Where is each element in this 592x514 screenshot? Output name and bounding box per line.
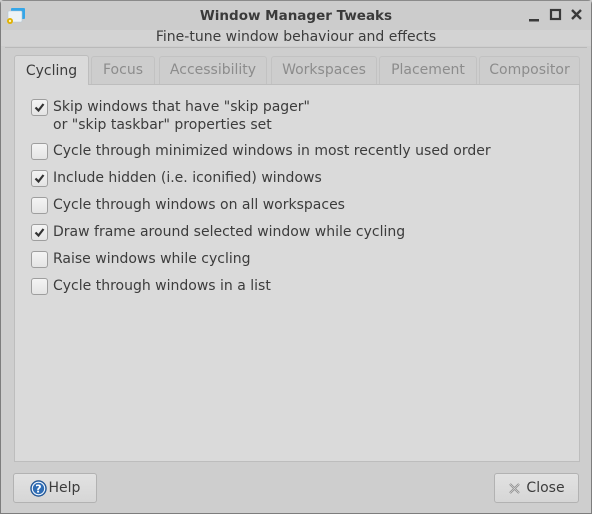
checkbox-unchecked[interactable] [31,278,48,295]
option-include-hidden[interactable]: Include hidden (i.e. iconified) windows [31,169,322,187]
option-minimized-mru[interactable]: Cycle through minimized windows in most … [31,142,491,160]
tab-placement[interactable]: Placement [379,56,477,84]
option-cycle-list[interactable]: Cycle through windows in a list [31,277,271,295]
maximize-icon[interactable] [548,7,564,23]
option-label: Cycle through windows in a list [53,278,271,294]
option-label: Include hidden (i.e. iconified) windows [53,170,322,186]
tab-cycling[interactable]: Cycling [14,55,89,85]
option-raise-windows[interactable]: Raise windows while cycling [31,250,251,268]
option-all-workspaces[interactable]: Cycle through windows on all workspaces [31,196,345,214]
tab-workspaces[interactable]: Workspaces [271,56,377,84]
checkmark-icon [34,174,45,184]
close-button[interactable]: Close [494,473,579,503]
checkbox-checked[interactable] [31,99,48,116]
header-divider [5,47,587,48]
svg-text:?: ? [35,482,41,495]
tab-compositor[interactable]: Compositor [479,56,580,84]
option-label: Cycle through windows on all workspaces [53,197,345,213]
checkmark-icon [34,228,45,238]
close-icon [508,482,521,495]
cycling-panel: Skip windows that have "skip pager" or "… [14,84,580,462]
checkbox-checked[interactable] [31,170,48,187]
tab-focus[interactable]: Focus [91,56,155,84]
checkbox-unchecked[interactable] [31,143,48,160]
close-button-label: Close [526,480,565,496]
option-label: Draw frame around selected window while … [53,224,406,240]
checkmark-icon [34,103,45,113]
checkbox-checked[interactable] [31,224,48,241]
option-skip-pager-taskbar[interactable]: Skip windows that have "skip pager" or "… [31,98,310,134]
close-icon[interactable] [569,7,585,23]
option-label: Cycle through minimized windows in most … [53,143,491,159]
window-title: Window Manager Tweaks [199,8,393,24]
help-icon: ? [29,479,47,497]
help-button-label: Help [48,480,81,496]
window-subtitle: Fine-tune window behaviour and effects [155,29,437,45]
option-label: Skip windows that have "skip pager" or "… [53,99,310,133]
title-bar[interactable]: Window Manager Tweaks [1,1,591,30]
window: Window Manager Tweaks Fine-tune window b… [0,0,592,514]
option-label: Raise windows while cycling [53,251,251,267]
option-draw-frame[interactable]: Draw frame around selected window while … [31,223,405,241]
minimize-icon[interactable] [527,7,543,23]
tab-accessibility[interactable]: Accessibility [159,56,267,84]
help-button[interactable]: ? Help [13,473,97,503]
checkbox-unchecked[interactable] [31,197,48,214]
checkbox-unchecked[interactable] [31,251,48,268]
